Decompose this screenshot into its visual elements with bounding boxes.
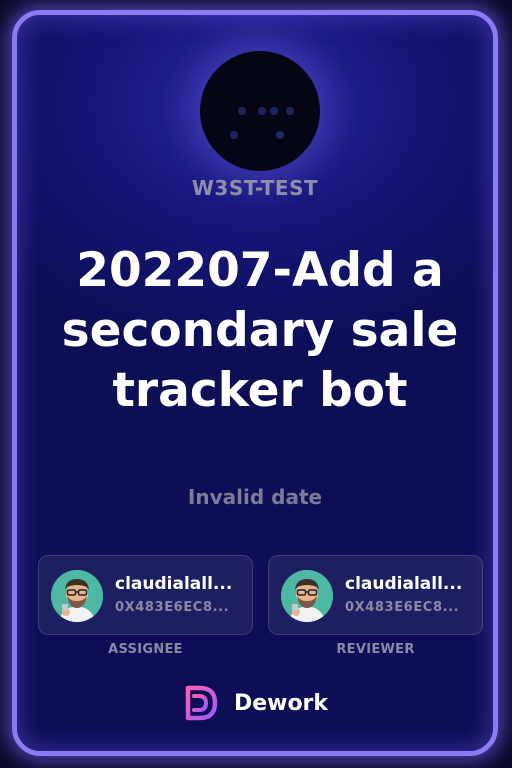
reviewer-name: claudialall... [345, 574, 463, 594]
task-title: 202207-Add a secondary sale tracker bot [61, 243, 459, 418]
dework-logo-icon [185, 685, 218, 721]
reviewer-avatar [281, 570, 333, 622]
brand-footer[interactable]: Dework [17, 683, 493, 723]
reviewer-card[interactable]: claudialall... 0X483E6EC8... [268, 555, 483, 635]
avatar-bearded-person-icon [281, 570, 333, 622]
task-card: W3ST-TEST 202207-Add a secondary sale tr… [12, 10, 498, 756]
avatar-bearded-person-icon [51, 570, 103, 622]
assignee-address: 0X483E6EC8... [115, 600, 230, 615]
assignee-name: claudialall... [115, 574, 233, 594]
assignee-card[interactable]: claudialall... 0X483E6EC8... [38, 555, 253, 635]
reviewer-role-label: REVIEWER [336, 642, 415, 657]
task-date: Invalid date [187, 485, 323, 509]
assignee-role-label: ASSIGNEE [108, 642, 183, 657]
organization-name: W3ST-TEST [191, 176, 319, 200]
organization-logo [200, 51, 320, 171]
brand-name: Dework [233, 690, 329, 716]
assignee-avatar [51, 570, 103, 622]
reviewer-address: 0X483E6EC8... [345, 600, 460, 615]
